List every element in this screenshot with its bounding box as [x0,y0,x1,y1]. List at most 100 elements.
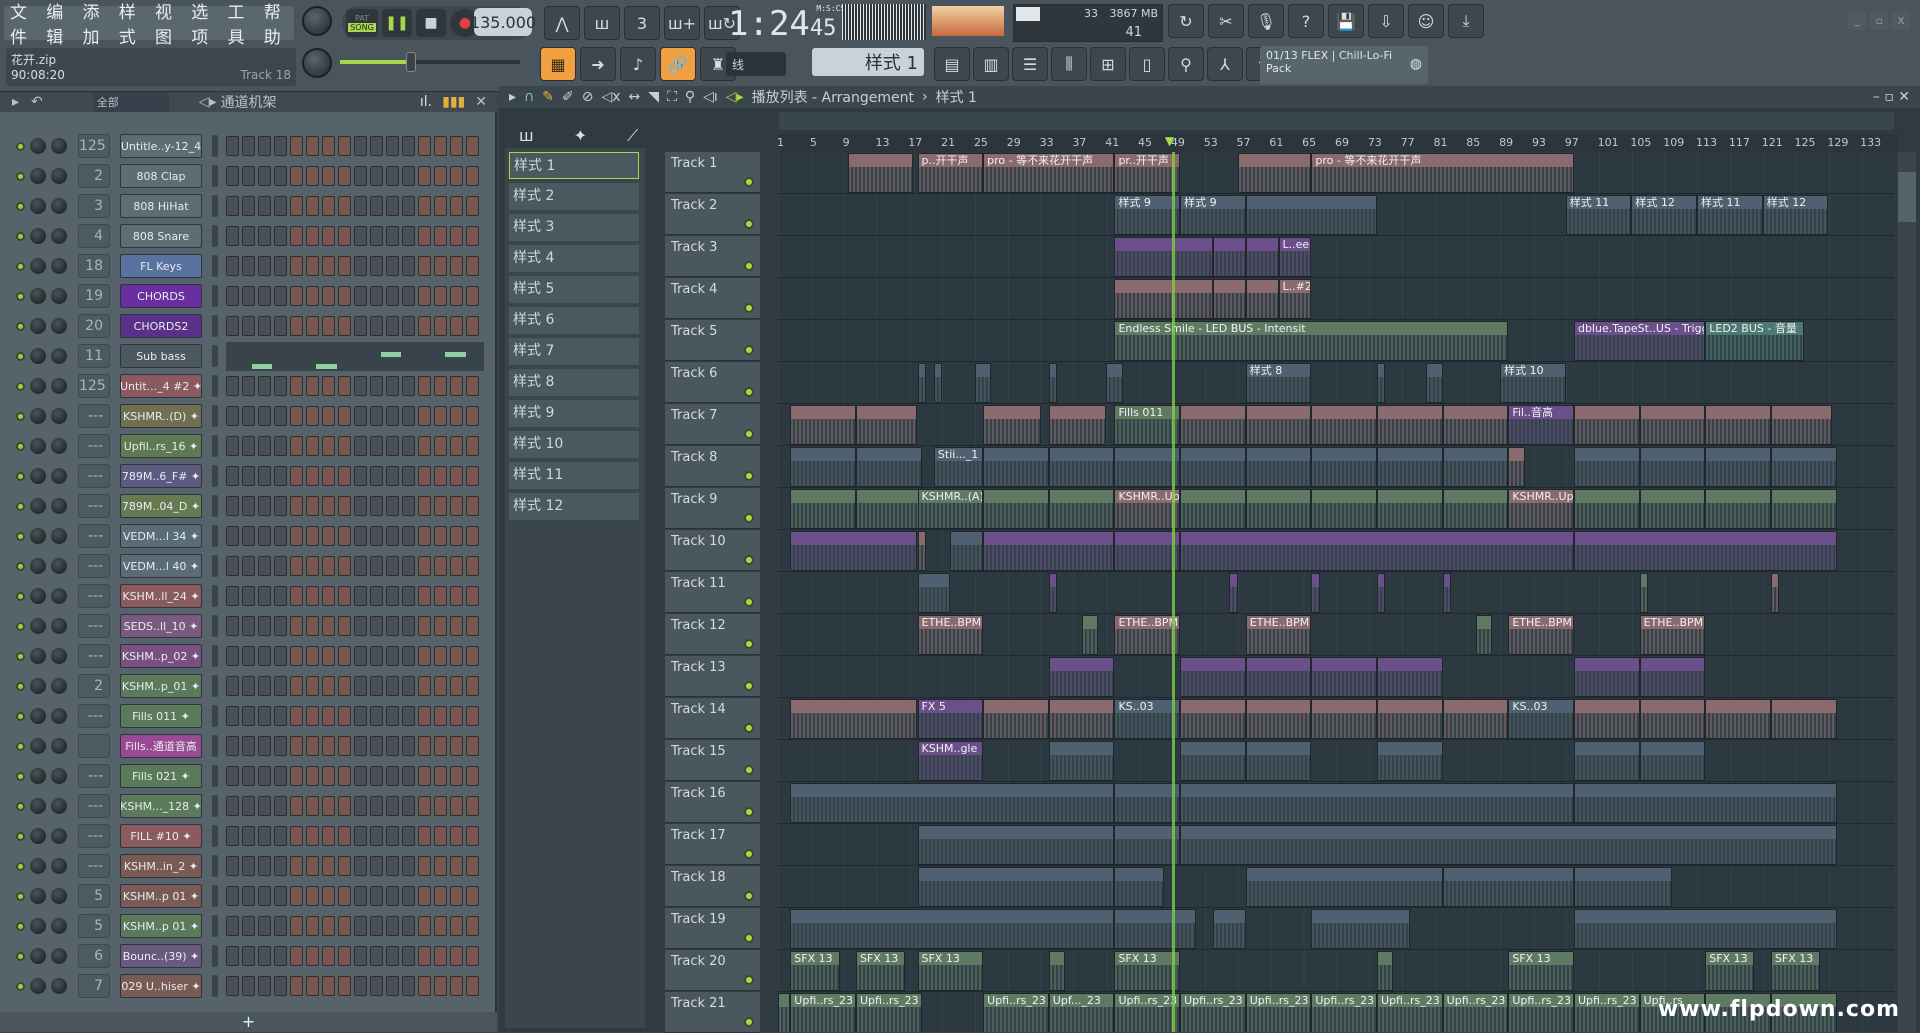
clip[interactable] [1377,447,1443,487]
step-button[interactable] [418,616,431,636]
pan-knob[interactable] [30,588,46,604]
clip[interactable]: Upf..._23 [1048,993,1115,1032]
clip[interactable]: Upfi..rs_23 [1311,993,1378,1032]
step-button[interactable] [306,946,319,966]
clip[interactable] [1639,405,1706,445]
clip[interactable] [1377,363,1386,403]
step-button[interactable] [306,646,319,666]
step-button[interactable] [402,316,415,336]
playlist-snap-icon[interactable]: ▦ [540,47,576,81]
pan-knob[interactable] [30,288,46,304]
mixer-track-number[interactable]: --- [78,764,110,788]
step-button[interactable] [226,226,239,246]
step-button[interactable] [258,706,271,726]
step-button[interactable] [226,436,239,456]
step-button[interactable] [258,556,271,576]
step-button[interactable] [370,976,383,996]
step-button[interactable] [290,226,303,246]
step-button[interactable] [290,586,303,606]
step-button[interactable] [226,406,239,426]
step-button[interactable] [466,526,479,546]
clip[interactable] [1475,615,1492,655]
step-button[interactable] [338,916,351,936]
clip[interactable]: 样式 10 [1500,363,1566,403]
step-button[interactable] [242,946,255,966]
clip[interactable] [1573,531,1837,571]
step-button[interactable] [402,766,415,786]
volume-knob[interactable] [51,408,67,424]
step-button[interactable] [226,976,239,996]
pan-knob[interactable] [30,948,46,964]
step-button[interactable] [402,856,415,876]
volume-knob[interactable] [51,318,67,334]
clip[interactable] [1639,489,1706,529]
step-button[interactable] [226,526,239,546]
mixer-track-number[interactable]: --- [78,854,110,878]
step-button[interactable] [370,826,383,846]
minimize-icon[interactable]: _ [1848,12,1866,30]
volume-knob[interactable] [51,558,67,574]
clip[interactable] [1229,573,1238,613]
clip[interactable] [1770,489,1837,529]
clip[interactable]: KS..03 [1114,699,1181,739]
step-button[interactable] [258,226,271,246]
clip[interactable]: SFX 13 [1770,951,1821,991]
mute-led[interactable] [16,231,25,241]
step-button[interactable] [402,586,415,606]
channel-select[interactable] [212,825,218,847]
track-header[interactable]: Track 7 [665,404,760,445]
clip[interactable]: LED2 BUS - 音量 [1705,321,1804,361]
volume-knob[interactable] [51,768,67,784]
channel-select[interactable] [212,885,218,907]
mute-led[interactable] [16,261,25,271]
step-button[interactable] [418,136,431,156]
step-button[interactable] [242,166,255,186]
clip[interactable] [1114,531,1181,571]
maximize-icon[interactable]: ▫ [1870,12,1888,30]
clip[interactable] [1442,489,1509,529]
step-button[interactable] [466,496,479,516]
step-button[interactable] [466,466,479,486]
step-button[interactable] [290,946,303,966]
volume-knob[interactable] [51,738,67,754]
clip[interactable] [1245,447,1312,487]
step-button[interactable] [242,616,255,636]
playhead-marker[interactable]: ▼ [1165,134,1174,148]
step-button[interactable] [418,436,431,456]
menu-item[interactable]: 编辑 [46,0,76,48]
step-button[interactable] [370,136,383,156]
step-button[interactable] [242,436,255,456]
clip[interactable] [917,867,1115,907]
step-button[interactable] [274,826,287,846]
step-button[interactable] [386,556,399,576]
step-button[interactable] [354,496,367,516]
clip[interactable] [1770,573,1780,613]
pan-knob[interactable] [30,888,46,904]
step-button[interactable] [418,526,431,546]
step-button[interactable] [466,826,479,846]
step-button[interactable] [450,436,463,456]
clip[interactable] [1245,867,1443,907]
clip[interactable] [1311,447,1378,487]
channel-name-button[interactable]: SEDS..ll_10 ✦ [120,614,202,638]
step-button[interactable] [226,916,239,936]
save-icon[interactable]: 💾 [1328,4,1364,38]
step-button[interactable] [290,796,303,816]
pattern-item[interactable]: 样式 9 [509,400,639,427]
clip[interactable] [1639,573,1648,613]
clip[interactable] [1311,573,1320,613]
step-button[interactable] [402,256,415,276]
step-button[interactable] [434,946,447,966]
step-button[interactable] [418,976,431,996]
clip[interactable] [790,783,1115,823]
mixer-track-number[interactable]: 19 [78,284,110,308]
step-button[interactable] [322,646,335,666]
mixer-track-number[interactable]: 7 [78,974,110,998]
channel-select[interactable] [212,435,218,457]
clip[interactable] [1377,405,1443,445]
step-button[interactable] [466,646,479,666]
mixer-track-number[interactable]: --- [78,404,110,428]
step-button[interactable] [418,256,431,276]
pattern-item[interactable]: 样式 4 [509,245,639,272]
step-button[interactable] [242,556,255,576]
